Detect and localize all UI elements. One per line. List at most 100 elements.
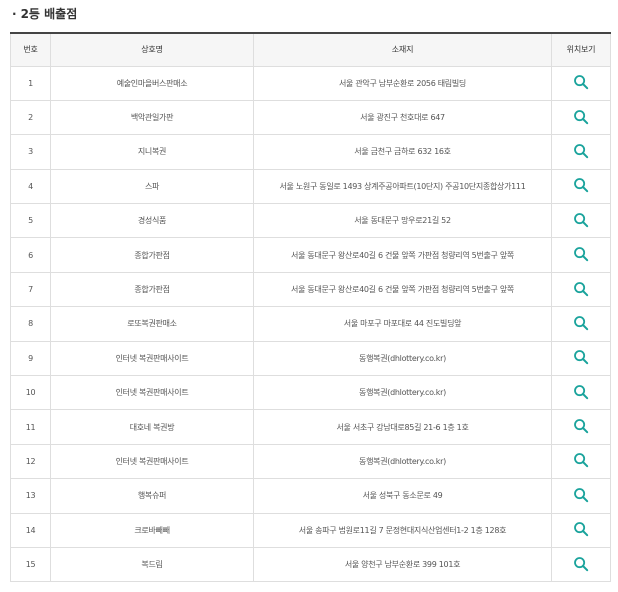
map-view-button[interactable]	[573, 349, 589, 365]
row-number: 3	[10, 134, 51, 170]
map-view-button[interactable]	[573, 74, 589, 90]
map-view-button[interactable]	[573, 452, 589, 468]
table-row: 12 인터넷 복권판매사이트 동행복권(dhlottery.co.kr)	[10, 443, 611, 480]
row-number: 9	[10, 340, 51, 377]
row-number: 4	[10, 168, 51, 205]
search-icon	[574, 247, 589, 262]
map-view-button[interactable]	[573, 143, 589, 159]
page: · 2등 배출점 번호 상호명 소재지 위치보기 1 예술인마을버스판매소 서울 …	[0, 0, 618, 583]
row-map-cell	[551, 546, 611, 583]
table-row: 8 로또복권판매소 서울 마포구 마포대로 44 진도빌딩앞	[10, 306, 611, 342]
row-address: 서울 마포구 마포대로 44 진도빌딩앞	[253, 306, 552, 342]
row-store-name: 종합가판점	[50, 237, 254, 273]
search-icon	[574, 522, 589, 537]
table-row: 4 스파 서울 노원구 동일로 1493 상계주공아파트(10단지) 주공10단…	[10, 168, 611, 205]
search-icon	[574, 281, 589, 296]
search-icon	[574, 453, 589, 468]
row-map-cell	[551, 478, 611, 514]
table-row: 3 지니복권 서울 금천구 금하로 632 16호	[10, 134, 611, 170]
search-icon	[574, 212, 589, 227]
map-view-button[interactable]	[573, 177, 589, 193]
search-icon	[574, 350, 589, 365]
row-store-name: 인터넷 복권판매사이트	[50, 340, 254, 377]
row-number: 12	[10, 443, 51, 480]
map-view-button[interactable]	[573, 556, 589, 572]
store-table: 번호 상호명 소재지 위치보기 1 예술인마을버스판매소 서울 관악구 남부순환…	[10, 32, 611, 583]
table-row: 7 종합가판점 서울 동대문구 왕산로40길 6 건물 앞쪽 가판점 청량리역 …	[10, 271, 611, 308]
row-store-name: 대호네 복권방	[50, 409, 254, 445]
map-view-button[interactable]	[573, 246, 589, 262]
row-store-name: 종합가판점	[50, 271, 254, 308]
map-view-button[interactable]	[573, 212, 589, 228]
map-view-button[interactable]	[573, 109, 589, 125]
row-address: 서울 송파구 법원로11길 7 문정현대지식산업센터1-2 1층 128호	[253, 512, 552, 548]
section-title: · 2등 배출점	[10, 6, 610, 28]
row-number: 1	[10, 65, 51, 101]
row-store-name: 경성식품	[50, 203, 254, 239]
title-text: 2등 배출점	[20, 7, 78, 21]
header-map-view: 위치보기	[551, 32, 611, 67]
row-map-cell	[551, 306, 611, 342]
search-icon	[574, 144, 589, 159]
row-number: 5	[10, 203, 51, 239]
table-row: 5 경성식품 서울 동대문구 망우로21길 52	[10, 203, 611, 239]
table-header-row: 번호 상호명 소재지 위치보기	[10, 32, 611, 67]
map-view-button[interactable]	[573, 384, 589, 400]
row-store-name: 인터넷 복권판매사이트	[50, 375, 254, 411]
row-address: 서울 관악구 남부순환로 2056 태림빌딩	[253, 65, 552, 101]
header-number: 번호	[10, 32, 51, 67]
search-icon	[574, 109, 589, 124]
table-row: 11 대호네 복권방 서울 서초구 강남대로85길 21-6 1층 1호	[10, 409, 611, 445]
row-store-name: 스파	[50, 168, 254, 205]
row-number: 10	[10, 375, 51, 411]
map-view-button[interactable]	[573, 315, 589, 331]
row-store-name: 크로바빼빼	[50, 512, 254, 548]
row-address: 서울 광진구 천호대로 647	[253, 99, 552, 136]
search-icon	[574, 316, 589, 331]
header-store-name: 상호명	[50, 32, 254, 67]
search-icon	[574, 487, 589, 503]
search-icon	[574, 384, 589, 399]
search-icon	[574, 419, 589, 434]
row-number: 6	[10, 237, 51, 273]
table-row: 6 종합가판점 서울 동대문구 왕산로40길 6 건물 앞쪽 가판점 청량리역 …	[10, 237, 611, 273]
row-store-name: 행복슈퍼	[50, 478, 254, 514]
table-row: 14 크로바빼빼 서울 송파구 법원로11길 7 문정현대지식산업센터1-2 1…	[10, 512, 611, 548]
row-address: 서울 성북구 동소문로 49	[253, 478, 552, 514]
row-map-cell	[551, 340, 611, 377]
row-number: 15	[10, 546, 51, 583]
table-row: 13 행복슈퍼 서울 성북구 동소문로 49	[10, 478, 611, 514]
table-row: 2 백악관일가판 서울 광진구 천호대로 647	[10, 99, 611, 136]
row-address: 서울 동대문구 왕산로40길 6 건물 앞쪽 가판점 청량리역 5번출구 앞쪽	[253, 237, 552, 273]
row-map-cell	[551, 65, 611, 101]
row-store-name: 예술인마을버스판매소	[50, 65, 254, 101]
map-view-button[interactable]	[573, 281, 589, 297]
row-address: 서울 동대문구 망우로21길 52	[253, 203, 552, 239]
search-icon	[574, 75, 589, 90]
search-icon	[574, 556, 589, 571]
row-address: 서울 동대문구 왕산로40길 6 건물 앞쪽 가판점 청량리역 5번출구 앞쪽	[253, 271, 552, 308]
row-map-cell	[551, 512, 611, 548]
table-row: 1 예술인마을버스판매소 서울 관악구 남부순환로 2056 태림빌딩	[10, 65, 611, 101]
row-address: 서울 서초구 강남대로85길 21-6 1층 1호	[253, 409, 552, 445]
row-address: 동행복권(dhlottery.co.kr)	[253, 340, 552, 377]
title-bullet: ·	[12, 7, 17, 21]
row-address: 서울 양천구 남부순환로 399 101호	[253, 546, 552, 583]
row-map-cell	[551, 134, 611, 170]
row-map-cell	[551, 168, 611, 205]
row-number: 7	[10, 271, 51, 308]
row-map-cell	[551, 409, 611, 445]
map-view-button[interactable]	[573, 418, 589, 434]
row-map-cell	[551, 237, 611, 273]
row-map-cell	[551, 203, 611, 239]
header-address: 소재지	[253, 32, 552, 67]
search-icon	[574, 178, 589, 193]
table-row: 9 인터넷 복권판매사이트 동행복권(dhlottery.co.kr)	[10, 340, 611, 377]
map-view-button[interactable]	[573, 521, 589, 537]
row-address: 동행복권(dhlottery.co.kr)	[253, 443, 552, 480]
row-store-name: 복드림	[50, 546, 254, 583]
row-store-name: 인터넷 복권판매사이트	[50, 443, 254, 480]
map-view-button[interactable]	[573, 487, 589, 503]
row-address: 서울 노원구 동일로 1493 상계주공아파트(10단지) 주공10단지종합상가…	[253, 168, 552, 205]
row-store-name: 지니복권	[50, 134, 254, 170]
